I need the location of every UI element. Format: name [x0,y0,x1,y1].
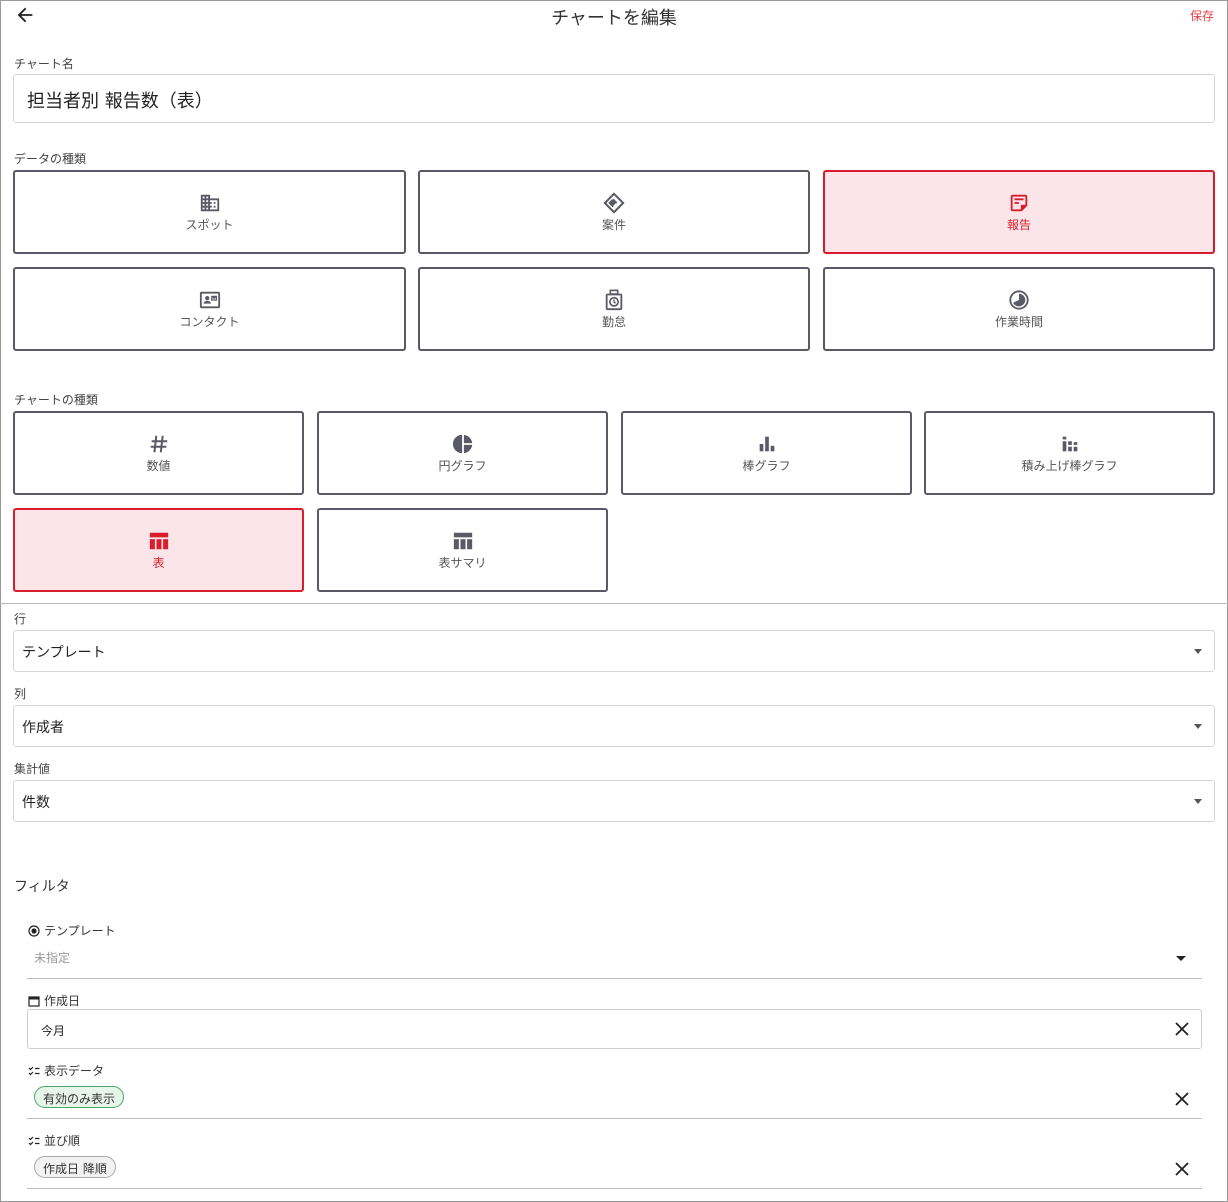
filter-display-label: 表示データ [28,1062,104,1079]
chart-type-table[interactable]: 表 [13,508,304,592]
data-type-label-report: 報告 [1006,217,1031,232]
filter-template-label: テンプレート [28,922,116,939]
data-type-label-worktime: 作業時間 [994,314,1043,329]
clock-pie-icon [1009,289,1029,310]
chart-type-number[interactable]: 数値 [13,411,304,495]
filter-created-field[interactable]: 今月 [27,1009,1202,1049]
data-type-label-deal: 案件 [601,217,626,232]
calendar-icon [28,995,40,1007]
chart-type-pie[interactable]: 円グラフ [317,411,608,495]
dropdown-arrow-icon [1194,649,1202,654]
chart-type-label-pie: 円グラフ [438,458,487,473]
back-arrow-icon[interactable] [14,4,36,26]
data-type-report[interactable]: 報告 [823,170,1215,254]
filter-created-value: 今月 [41,1024,66,1038]
sort-created-desc-chip[interactable]: 作成日 降順 [34,1156,116,1178]
aggregate-label: 集計値 [14,762,51,776]
hash-icon [150,435,167,452]
chart-type-stacked-bar[interactable]: 積み上げ棒グラフ [924,411,1215,495]
filter-created-text: 作成日 [44,994,81,1008]
data-type-label-spot: スポット [185,217,234,232]
filter-display-row: 有効のみ表示 [27,1079,1202,1119]
chart-type-label: チャートの種類 [14,393,98,407]
filter-display-text: 表示データ [44,1064,105,1078]
column-select[interactable]: 作成者 [13,705,1215,747]
row-select-value: テンプレート [22,645,106,661]
aggregate-select[interactable]: 件数 [13,780,1215,822]
table-icon [149,532,168,549]
filter-template-placeholder: 未指定 [34,951,71,965]
column-label: 列 [14,687,27,701]
bar-chart-icon [759,436,774,451]
display-valid-only-chip[interactable]: 有効のみ表示 [34,1086,125,1108]
data-type-label: データの種類 [14,152,87,166]
column-select-value: 作成者 [22,720,64,736]
data-type-worktime[interactable]: 作業時間 [823,267,1215,351]
filter-sort-row: 作成日 降順 [27,1149,1202,1189]
report-note-icon [1010,194,1028,211]
dropdown-arrow-icon [1194,799,1202,804]
chart-type-label-table: 表 [152,555,165,570]
building-icon [200,194,219,211]
contact-card-icon [199,291,220,308]
clear-display-close-icon[interactable] [1174,1091,1190,1107]
row-label: 行 [14,612,27,626]
filter-heading: フィルタ [14,879,70,895]
data-type-label-contact: コンタクト [179,314,240,329]
section-divider [0,603,1228,604]
checklist-icon [28,1136,40,1145]
pie-chart-icon [452,434,472,453]
chart-type-label-stacked-bar: 積み上げ棒グラフ [1021,458,1118,473]
clear-sort-close-icon[interactable] [1174,1161,1190,1177]
save-button[interactable]: 保存 [1190,7,1214,24]
data-type-contact[interactable]: コンタクト [13,267,406,351]
chart-name-input[interactable]: 担当者別 報告数（表） [13,74,1215,123]
radio-icon [28,924,40,937]
chart-type-label-number: 数値 [146,458,171,473]
filter-created-label: 作成日 [28,992,80,1009]
chart-type-label-bar: 棒グラフ [742,458,791,473]
data-type-attendance[interactable]: 勤怠 [418,267,810,351]
clear-created-close-icon[interactable] [1174,1021,1190,1037]
chart-name-label: チャート名 [14,57,74,71]
data-type-label-attendance: 勤怠 [601,314,626,329]
filter-template-select[interactable]: 未指定 [27,943,1202,979]
table-summary-icon [453,532,472,549]
data-type-deal[interactable]: 案件 [418,170,810,254]
data-type-spot[interactable]: スポット [13,170,406,254]
row-select[interactable]: テンプレート [13,630,1215,672]
chart-type-bar[interactable]: 棒グラフ [621,411,912,495]
filter-sort-text: 並び順 [44,1134,81,1148]
chart-type-label-table-summary: 表サマリ [438,555,487,570]
checklist-icon [28,1066,40,1075]
dropdown-arrow-icon [1194,724,1202,729]
handshake-icon [603,191,625,214]
filter-sort-label: 並び順 [28,1132,80,1149]
filter-template-text: テンプレート [44,924,116,938]
stacked-bar-icon [1062,436,1077,451]
aggregate-select-value: 件数 [22,795,50,811]
timeclock-icon [605,289,623,310]
dropdown-arrow-icon [1176,956,1186,961]
chart-type-table-summary[interactable]: 表サマリ [317,508,608,592]
